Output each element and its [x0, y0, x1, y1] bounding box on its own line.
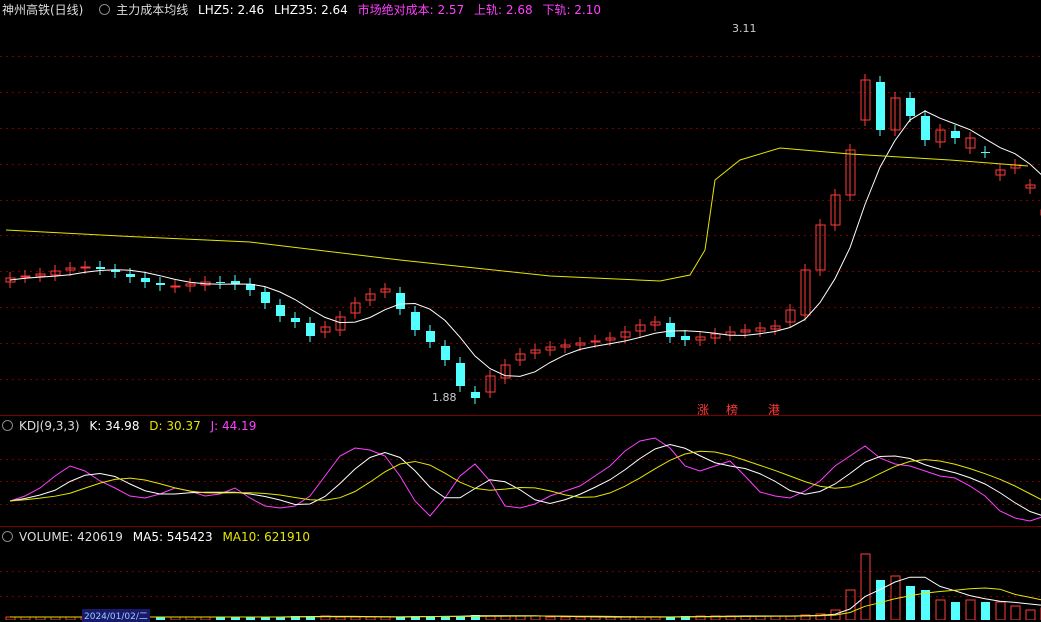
candle-body: [126, 274, 135, 277]
indicator-name[interactable]: 主力成本均线: [116, 3, 188, 17]
candle-body: [291, 318, 300, 322]
lhz5-value: LHZ5: 2.46: [198, 3, 265, 17]
kdj-panel[interactable]: KDJ(9,3,3) K: 34.98 D: 30.37 J: 44.19: [0, 416, 1041, 526]
candle-body: [411, 312, 420, 330]
volume-settings-icon[interactable]: [2, 531, 13, 542]
settings-circle-icon[interactable]: [99, 4, 111, 15]
price-chart[interactable]: [0, 20, 1041, 415]
candle-body: [681, 336, 690, 340]
high-price-label: 3.11: [732, 22, 757, 35]
lhz5-line: [9, 110, 1041, 377]
kdj-k-line: [9, 443, 1041, 516]
price-header: 神州高铁(日线) 主力成本均线 LHZ5: 2.46 LHZ35: 2.64 市…: [0, 0, 607, 20]
kdj-header: KDJ(9,3,3) K: 34.98 D: 30.37 J: 44.19: [0, 416, 262, 436]
lhz35-line: [5, 147, 1029, 282]
low-price-label: 1.88: [432, 391, 457, 404]
candle-body: [170, 285, 181, 288]
candle-body: [876, 82, 885, 130]
volume-ma10-value: MA10: 621910: [222, 530, 310, 544]
kdj-k-value: K: 34.98: [89, 419, 140, 433]
candle-body: [20, 275, 31, 278]
candle-body: [906, 98, 915, 116]
volume-title[interactable]: VOLUME: 420619: [19, 530, 123, 544]
candle-body: [396, 293, 405, 309]
candle-body: [216, 282, 225, 283]
candle-body: [141, 278, 150, 282]
candle-body: [426, 331, 435, 342]
kdj-d-value: D: 30.37: [149, 419, 201, 433]
kdj-j-value: J: 44.19: [210, 419, 257, 433]
lhz35-value: LHZ35: 2.64: [274, 3, 348, 17]
date-axis: 2024/01/02/二: [0, 609, 1041, 622]
stock-title: 神州高铁(日线): [2, 3, 84, 17]
upper-band-value: 上轨: 2.68: [474, 3, 533, 17]
kdj-title[interactable]: KDJ(9,3,3): [19, 419, 80, 433]
candle-body: [80, 266, 91, 269]
candle-body: [951, 131, 960, 138]
axis-date-label: 2024/01/02/二: [82, 609, 150, 622]
candle-body: [306, 323, 315, 336]
candle-body: [666, 323, 675, 337]
candle-body: [156, 283, 165, 285]
candle-body: [921, 116, 930, 140]
kdj-j-line: [9, 437, 1041, 522]
price-panel[interactable]: 神州高铁(日线) 主力成本均线 LHZ5: 2.46 LHZ35: 2.64 市…: [0, 0, 1041, 417]
candle-body: [471, 392, 480, 398]
volume-ma5-value: MA5: 545423: [132, 530, 213, 544]
lower-band-value: 下轨: 2.10: [542, 3, 602, 17]
kdj-settings-icon[interactable]: [2, 420, 13, 431]
candle-body: [456, 363, 465, 386]
candle-body: [590, 340, 601, 343]
candle-body: [276, 305, 285, 316]
candle-body: [441, 346, 450, 360]
candle-body: [96, 267, 105, 269]
market-cost-value: 市场绝对成本: 2.57: [357, 3, 465, 17]
volume-panel[interactable]: VOLUME: 420619 MA5: 545423 MA10: 621910: [0, 527, 1041, 620]
candle-body: [981, 152, 990, 153]
candle-body: [261, 292, 270, 303]
kdj-chart[interactable]: [0, 436, 1041, 526]
volume-header: VOLUME: 420619 MA5: 545423 MA10: 621910: [0, 527, 316, 547]
